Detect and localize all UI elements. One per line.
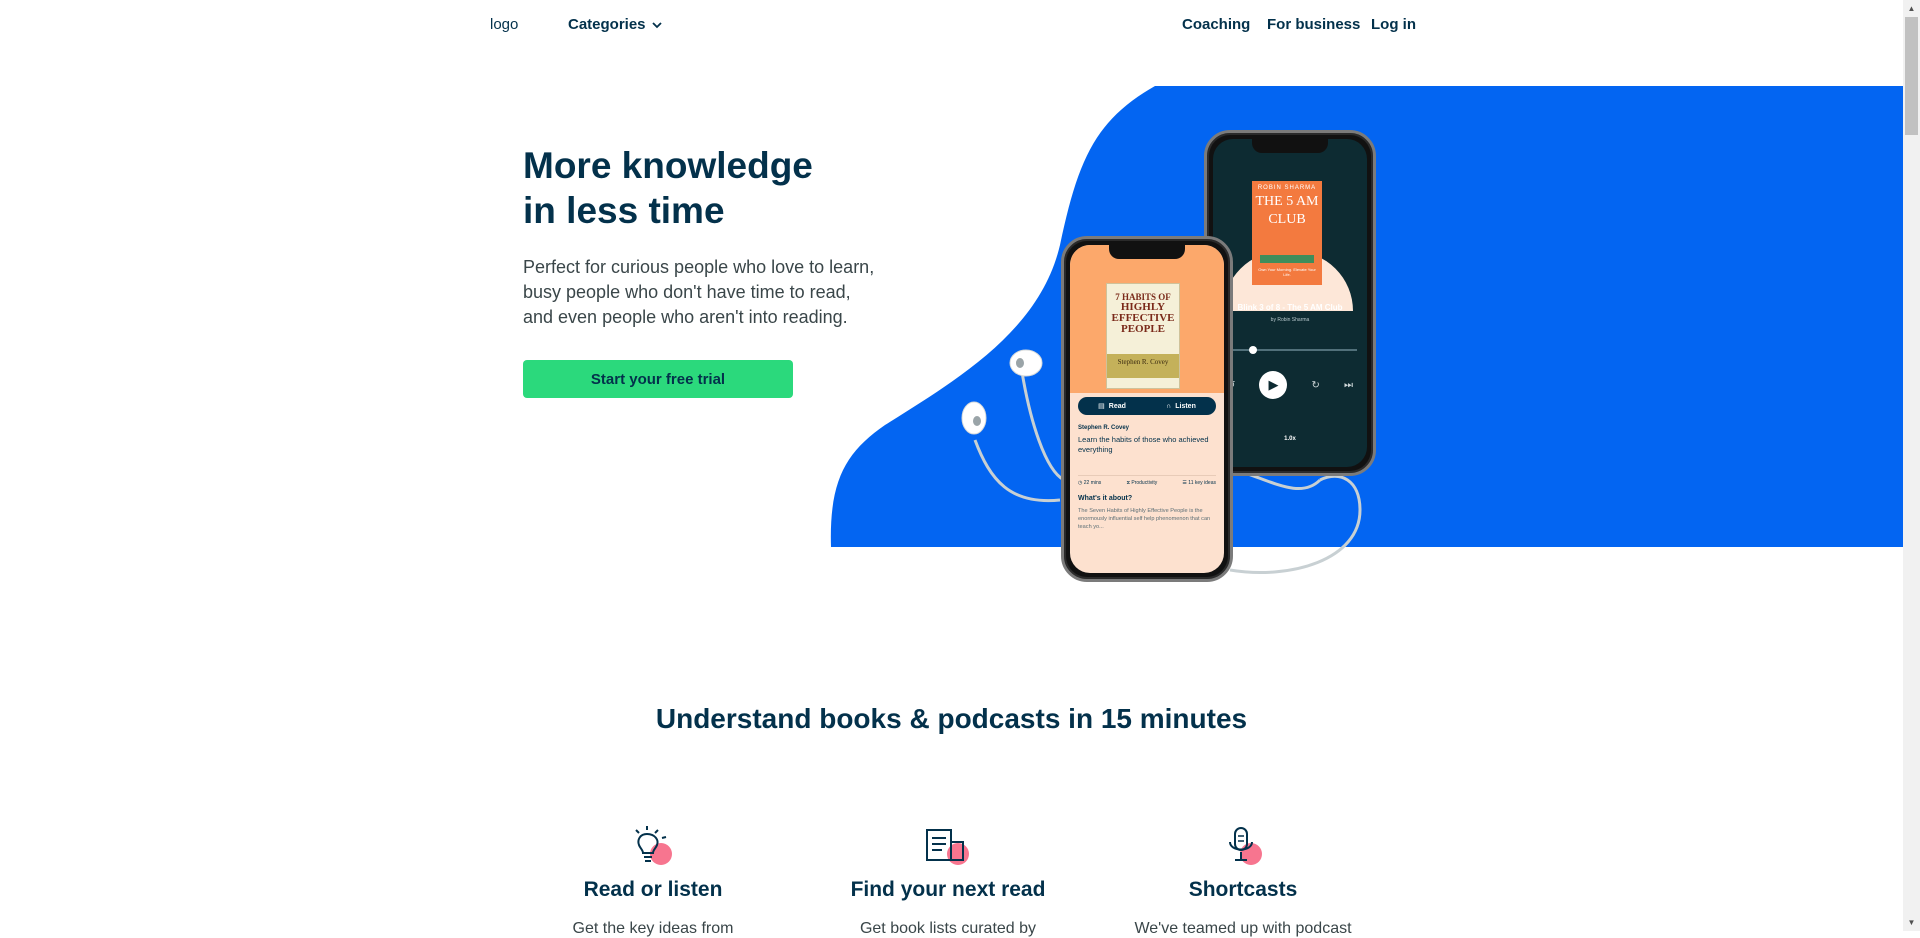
- book-cover-author: ROBIN SHARMA: [1257, 185, 1317, 191]
- read-label: Read: [1108, 402, 1126, 410]
- hero-subtitle-line1: Perfect for curious people who love to l…: [523, 257, 875, 277]
- listen-label: Listen: [1175, 402, 1196, 410]
- playback-speed[interactable]: 1.0x: [1213, 436, 1367, 442]
- login-link[interactable]: Log in: [1371, 16, 1416, 33]
- section-title: Understand books & podcasts in 15 minute…: [655, 703, 1248, 734]
- read-listen-toggle: ▤ Read ∩ Listen: [1078, 397, 1216, 415]
- feature-shortcasts: Shortcasts We've teamed up with podcast: [1133, 826, 1353, 938]
- scroll-down-arrow-icon[interactable]: ▼: [1903, 914, 1920, 931]
- blink-author: by Robin Sharma: [1270, 317, 1310, 323]
- start-free-trial-button[interactable]: Start your free trial: [523, 360, 793, 398]
- hero-background: [830, 86, 1903, 574]
- hero-title: More knowledge in less time: [523, 143, 923, 233]
- book-author: Stephen R. Covey: [1078, 425, 1130, 431]
- scrollbar-thumb[interactable]: [1905, 17, 1918, 135]
- skip-next-icon[interactable]: ⏭: [1344, 380, 1353, 391]
- book-list-icon: [926, 829, 969, 865]
- meta-category: ⧖ Productivity: [1126, 480, 1157, 486]
- meta-duration-label: 22 mins: [1083, 480, 1102, 486]
- microphone-icon: [1229, 827, 1262, 865]
- meta-ideas-label: 11 key ideas: [1188, 480, 1216, 486]
- earbud-right: [961, 401, 987, 435]
- nav-coaching-link[interactable]: Coaching: [1182, 16, 1250, 33]
- feature-read-or-listen: Read or listen Get the key ideas from: [543, 826, 763, 938]
- forward-icon[interactable]: ↻: [1312, 380, 1320, 391]
- about-body: The Seven Habits of Highly Effective Peo…: [1078, 508, 1211, 530]
- feature-body: We've teamed up with podcast: [1134, 920, 1352, 937]
- feature-body: Get the key ideas from: [572, 920, 734, 937]
- phone-notch: [1109, 245, 1185, 259]
- book-cover-author: Stephen R. Covey: [1107, 354, 1179, 378]
- book-cover-7-habits: 7 HABITS OF HIGHLY EFFECTIVE PEOPLE Step…: [1106, 283, 1180, 389]
- top-nav: logo Categories Coaching For business Lo…: [0, 0, 1903, 50]
- about-heading: What's it about?: [1078, 495, 1133, 502]
- categories-label: Categories: [568, 16, 646, 33]
- lightbulb-icon: [635, 826, 672, 865]
- page-scrollbar[interactable]: ▲ ▼: [1903, 0, 1920, 931]
- phone-notch: [1252, 139, 1328, 153]
- hero-subtitle: Perfect for curious people who love to l…: [523, 255, 923, 330]
- chevron-down-icon: [651, 21, 662, 28]
- progress-knob[interactable]: [1249, 346, 1257, 354]
- book-cover-5am-club: ROBIN SHARMA THE 5 AM CLUB Own Your Morn…: [1252, 181, 1322, 285]
- scroll-up-arrow-icon[interactable]: ▲: [1903, 0, 1920, 17]
- book-cover-title-line1: THE 5 AM: [1255, 194, 1319, 209]
- hero-subtitle-line3: and even people who aren't into reading.: [523, 307, 848, 327]
- meta-ideas: ☰ 11 key ideas: [1182, 480, 1216, 486]
- book-icon: ▤: [1098, 403, 1105, 410]
- logo[interactable]: logo: [490, 16, 518, 33]
- phone-book-mockup: 7 HABITS OF HIGHLY EFFECTIVE PEOPLE Step…: [1061, 236, 1233, 582]
- book-description: Learn the habits of those who achieved e…: [1078, 435, 1209, 454]
- nav-business-link[interactable]: For business: [1267, 16, 1360, 33]
- meta-duration: ◷ 22 mins: [1078, 480, 1101, 486]
- book-cover-title-line2: CLUB: [1268, 212, 1306, 227]
- hero-text: More knowledge in less time Perfect for …: [523, 143, 923, 330]
- book-detail-screen: 7 HABITS OF HIGHLY EFFECTIVE PEOPLE Step…: [1070, 245, 1224, 573]
- read-button[interactable]: ▤ Read: [1098, 402, 1126, 411]
- feature-title: Read or listen: [583, 878, 723, 901]
- feature-title: Shortcasts: [1188, 878, 1298, 901]
- headphones-icon: ∩: [1166, 402, 1172, 410]
- feature-find-next-read: Find your next read Get book lists curat…: [838, 826, 1058, 938]
- feature-title: Find your next read: [850, 878, 1046, 901]
- audio-progress-bar[interactable]: [1223, 346, 1357, 354]
- meta-category-label: Productivity: [1131, 480, 1158, 486]
- hero-title-line2: in less time: [523, 190, 725, 231]
- book-cover-title-line2: HIGHLY EFFECTIVE PEOPLE: [1111, 301, 1175, 335]
- player-screen: ROBIN SHARMA THE 5 AM CLUB Own Your Morn…: [1213, 139, 1367, 467]
- categories-menu[interactable]: Categories: [568, 16, 662, 33]
- hero-subtitle-line2: busy people who don't have time to read,: [523, 282, 851, 302]
- listen-button[interactable]: ∩ Listen: [1166, 403, 1196, 410]
- hero-title-line1: More knowledge: [523, 145, 813, 186]
- book-cover-tagline: Own Your Morning. Elevate Your Life.: [1258, 267, 1316, 277]
- feature-body: Get book lists curated by: [859, 920, 1037, 937]
- play-icon[interactable]: ▶: [1259, 371, 1288, 399]
- book-meta: ◷ 22 mins ⧖ Productivity ☰ 11 key ideas: [1078, 475, 1216, 486]
- blink-title: Blink 3 of 8 - The 5 AM Club: [1237, 303, 1343, 312]
- book-cover-band: [1260, 255, 1314, 263]
- player-controls: ↺ ▶ ↻ ⏭: [1227, 371, 1353, 399]
- earbud-left: [1009, 349, 1043, 377]
